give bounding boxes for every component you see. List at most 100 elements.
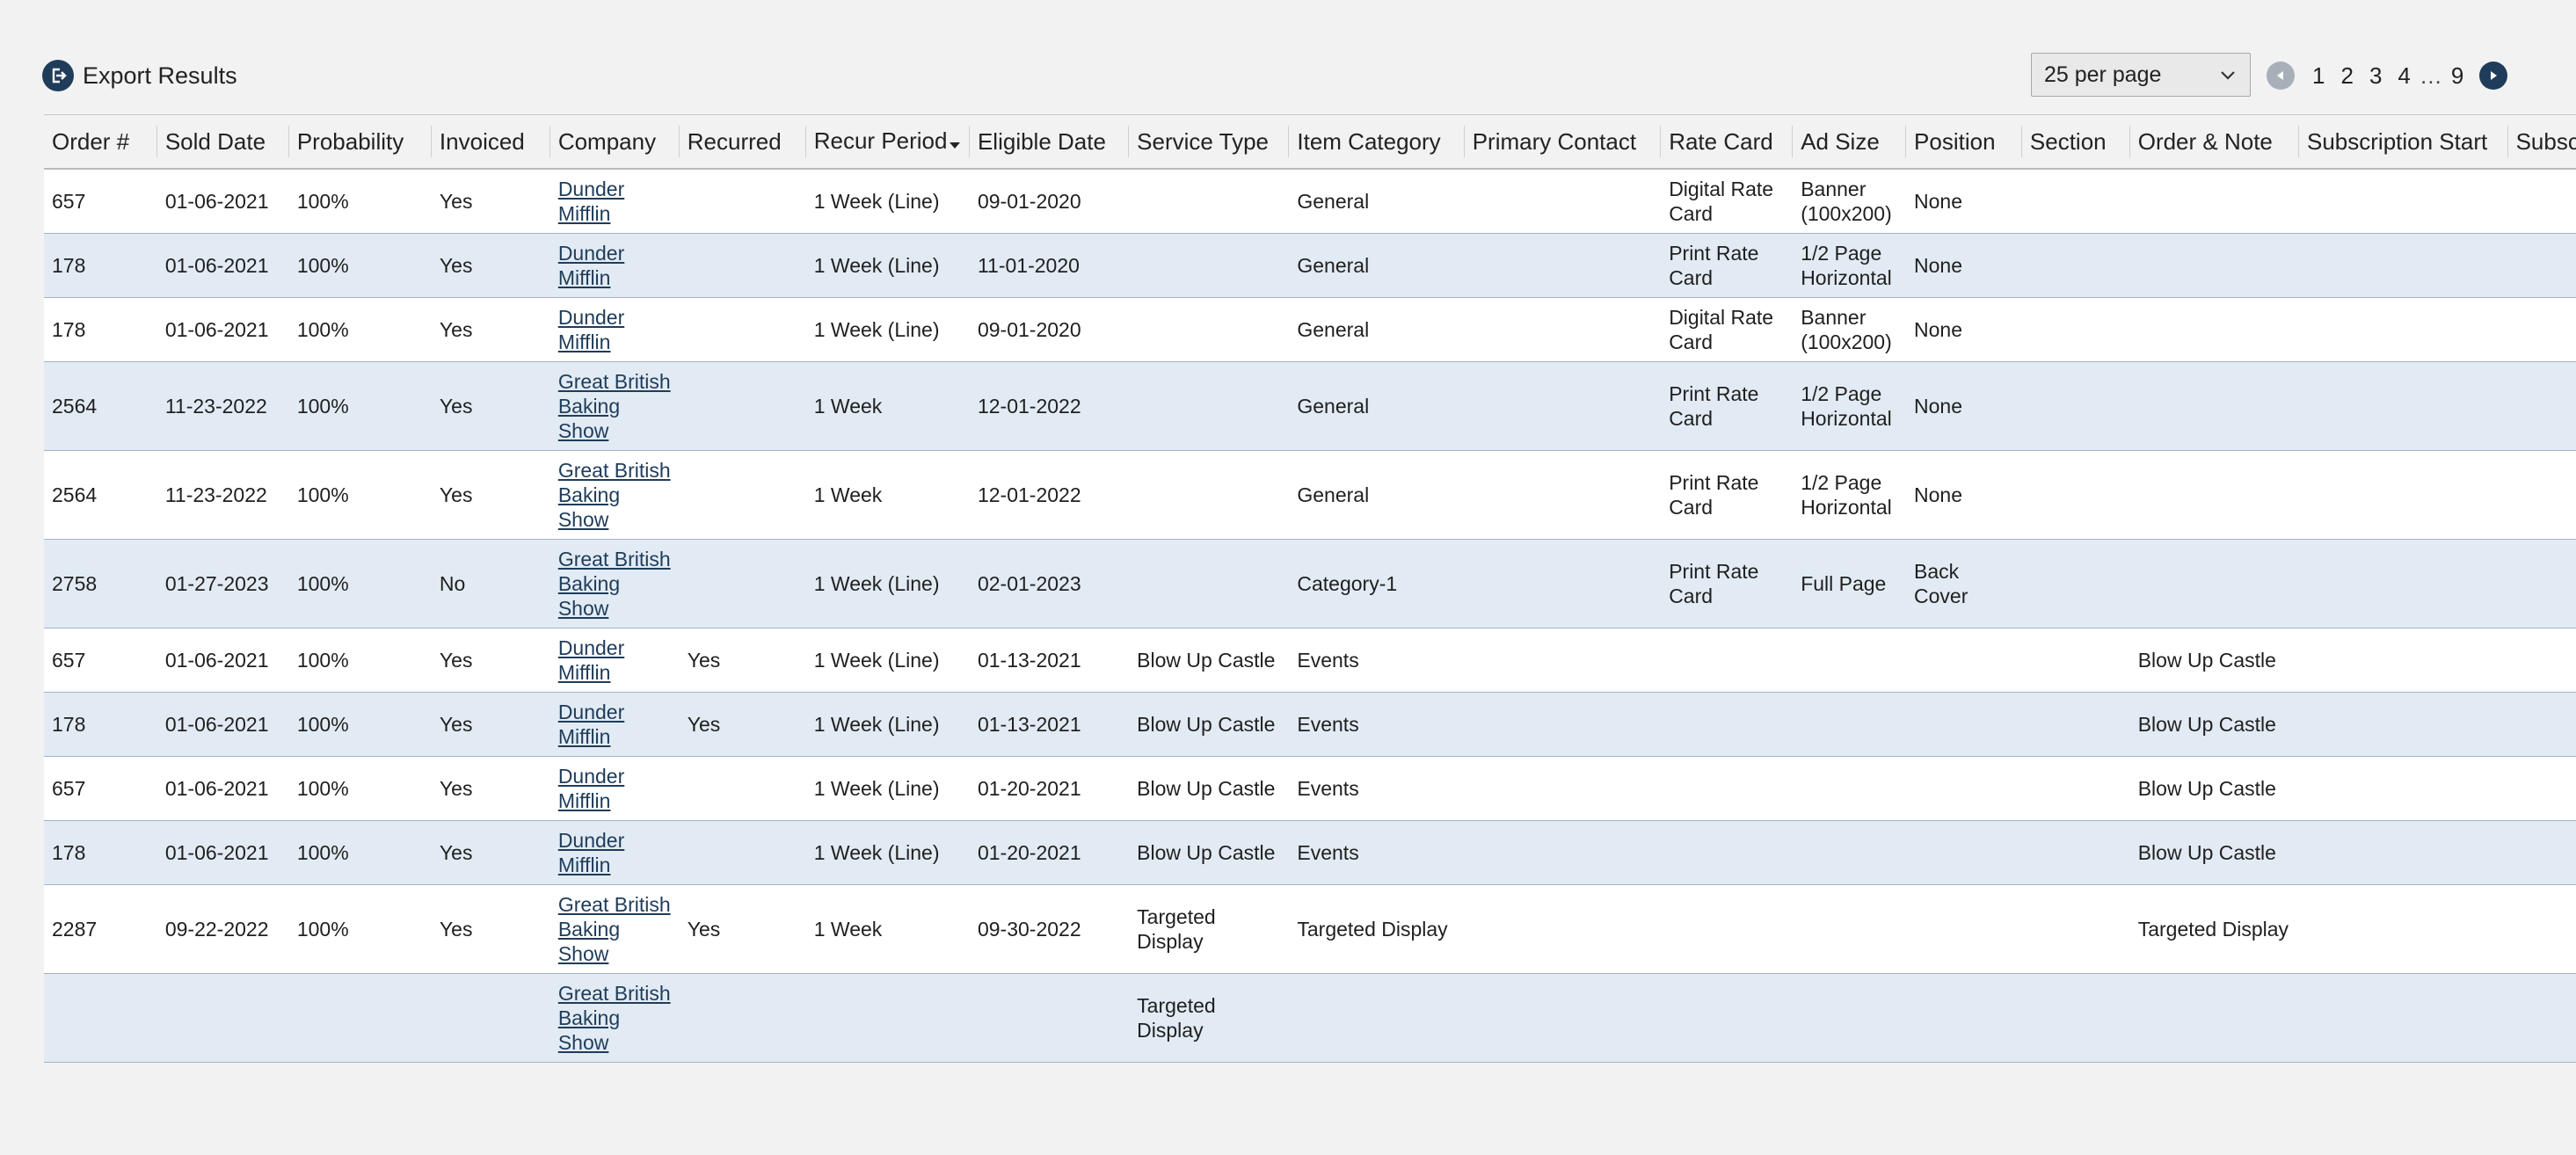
company-link[interactable]: Great British Baking Show: [558, 548, 671, 620]
cell-subscription-start: [2299, 297, 2508, 362]
cell-subscription-end: [2507, 692, 2576, 757]
cell-recurred: [679, 297, 806, 362]
cell-rate-card: [1661, 973, 1794, 1063]
table-row[interactable]: Great British Baking Show Targeted Displa…: [44, 973, 2576, 1063]
cell-recurred: [679, 820, 806, 885]
cell-section: [2021, 820, 2130, 885]
col-header-order-note[interactable]: Order & Note: [2129, 114, 2299, 170]
cell-eligible-date: 09-30-2022: [969, 884, 1130, 974]
company-link[interactable]: Great British Baking Show: [558, 893, 671, 965]
cell-order-number: 657: [44, 169, 157, 234]
table-row[interactable]: 2564 11-23-2022 100% Yes Great British Bakin…: [44, 450, 2576, 540]
table-row[interactable]: 2758 01-27-2023 100% No Great British Baking…: [44, 539, 2576, 628]
cell-ad-size: [1793, 628, 1907, 693]
cell-ad-size: [1793, 973, 1907, 1063]
company-link[interactable]: Dunder Mifflin: [558, 178, 624, 225]
cell-order-number: 2287: [44, 884, 157, 974]
page-2[interactable]: 2: [2340, 62, 2353, 90]
company-link[interactable]: Dunder Mifflin: [558, 765, 624, 812]
col-header-recurred[interactable]: Recurred: [679, 114, 806, 170]
cell-service-type: Blow Up Castle: [1129, 628, 1290, 693]
col-header-item-category[interactable]: Item Category: [1289, 114, 1465, 170]
results-table-container[interactable]: Order # Sold Date Probability Invoiced C…: [44, 114, 2576, 1155]
cell-subscription-end: [2507, 756, 2576, 821]
cell-recur-period: 1 Week (Line): [805, 756, 970, 821]
cell-recurred: [679, 361, 806, 451]
col-header-position[interactable]: Position: [1906, 114, 2022, 170]
cell-order-note: [2129, 539, 2299, 628]
table-row[interactable]: 2564 11-23-2022 100% Yes Great British Bakin…: [44, 361, 2576, 451]
col-header-service-type[interactable]: Service Type: [1129, 114, 1290, 170]
col-header-eligible-date[interactable]: Eligible Date: [969, 114, 1130, 170]
cell-ad-size: 1/2 Page Horizontal: [1793, 450, 1907, 540]
cell-position: [1906, 820, 2022, 885]
cell-recurred: Yes: [679, 884, 806, 974]
cell-subscription-start: [2299, 756, 2508, 821]
page-4[interactable]: 4: [2398, 62, 2410, 90]
col-header-invoiced[interactable]: Invoiced: [431, 114, 550, 170]
col-header-rate-card[interactable]: Rate Card: [1661, 114, 1794, 170]
table-row[interactable]: 178 01-06-2021 100% Yes Dunder Mifflin 1 Week…: [44, 233, 2576, 298]
cell-probability: 100%: [288, 820, 432, 885]
cell-eligible-date: 01-13-2021: [969, 628, 1130, 693]
table-row[interactable]: 657 01-06-2021 100% Yes Dunder Mifflin 1 Week…: [44, 169, 2576, 234]
col-header-primary-contact[interactable]: Primary Contact: [1464, 114, 1662, 170]
cell-recur-period: 1 Week (Line): [805, 820, 970, 885]
export-results-button[interactable]: Export Results: [42, 58, 237, 93]
company-link[interactable]: Dunder Mifflin: [558, 636, 624, 684]
cell-sold-date: 01-06-2021: [156, 692, 289, 757]
cell-eligible-date: 01-20-2021: [969, 820, 1130, 885]
page-last[interactable]: 9: [2451, 62, 2463, 90]
table-row[interactable]: 657 01-06-2021 100% Yes Dunder Mifflin Yes 1 W…: [44, 628, 2576, 693]
table-row[interactable]: 2287 09-22-2022 100% Yes Great British Bakin…: [44, 884, 2576, 974]
per-page-select[interactable]: 25 per page: [2031, 53, 2251, 97]
cell-subscription-start: [2299, 169, 2508, 234]
company-link[interactable]: Dunder Mifflin: [558, 701, 624, 748]
col-header-sold-date[interactable]: Sold Date: [156, 114, 289, 170]
cell-sold-date: 01-06-2021: [156, 756, 289, 821]
cell-rate-card: [1661, 820, 1794, 885]
col-header-subscription-start[interactable]: Subscription Start: [2299, 114, 2508, 170]
col-header-recur-period[interactable]: Recur Period: [805, 114, 970, 170]
col-header-probability[interactable]: Probability: [288, 114, 432, 170]
cell-service-type: [1129, 233, 1290, 298]
table-row[interactable]: 178 01-06-2021 100% Yes Dunder Mifflin 1 Week…: [44, 820, 2576, 885]
cell-item-category: [1289, 973, 1465, 1063]
cell-service-type: Blow Up Castle: [1129, 692, 1290, 757]
company-link[interactable]: Dunder Mifflin: [558, 306, 624, 353]
page-1[interactable]: 1: [2312, 62, 2325, 90]
col-header-order-number[interactable]: Order #: [44, 114, 157, 170]
prev-page-icon[interactable]: [2267, 62, 2295, 90]
cell-sold-date: 11-23-2022: [156, 450, 289, 540]
company-link[interactable]: Great British Baking Show: [558, 459, 671, 531]
col-header-ad-size[interactable]: Ad Size: [1793, 114, 1907, 170]
cell-invoiced: Yes: [431, 233, 550, 298]
company-link[interactable]: Great British Baking Show: [558, 370, 671, 442]
company-link[interactable]: Great British Baking Show: [558, 982, 671, 1054]
cell-invoiced: Yes: [431, 820, 550, 885]
table-row[interactable]: 178 01-06-2021 100% Yes Dunder Mifflin 1 Week…: [44, 297, 2576, 362]
next-page-icon[interactable]: [2479, 62, 2508, 90]
cell-eligible-date: 12-01-2022: [969, 450, 1130, 540]
cell-rate-card: Print Rate Card: [1661, 450, 1794, 540]
cell-probability: 100%: [288, 361, 432, 451]
table-row[interactable]: 657 01-06-2021 100% Yes Dunder Mifflin 1 Week…: [44, 756, 2576, 821]
cell-invoiced: Yes: [431, 756, 550, 821]
col-header-section[interactable]: Section: [2021, 114, 2130, 170]
cell-item-category: General: [1289, 450, 1465, 540]
cell-primary-contact: [1464, 450, 1662, 540]
cell-company: Dunder Mifflin: [549, 692, 680, 757]
col-header-subscription-end[interactable]: Subscri: [2507, 114, 2576, 170]
table-row[interactable]: 178 01-06-2021 100% Yes Dunder Mifflin Yes 1 W…: [44, 692, 2576, 757]
page-3[interactable]: 3: [2369, 62, 2382, 90]
cell-service-type: [1129, 539, 1290, 628]
cell-invoiced: Yes: [431, 628, 550, 693]
company-link[interactable]: Dunder Mifflin: [558, 829, 624, 876]
cell-order-note: Blow Up Castle: [2129, 628, 2299, 693]
cell-service-type: [1129, 361, 1290, 451]
cell-ad-size: [1793, 692, 1907, 757]
cell-rate-card: Digital Rate Card: [1661, 169, 1794, 234]
company-link[interactable]: Dunder Mifflin: [558, 242, 624, 289]
cell-recur-period: 1 Week (Line): [805, 297, 970, 362]
col-header-company[interactable]: Company: [549, 114, 680, 170]
